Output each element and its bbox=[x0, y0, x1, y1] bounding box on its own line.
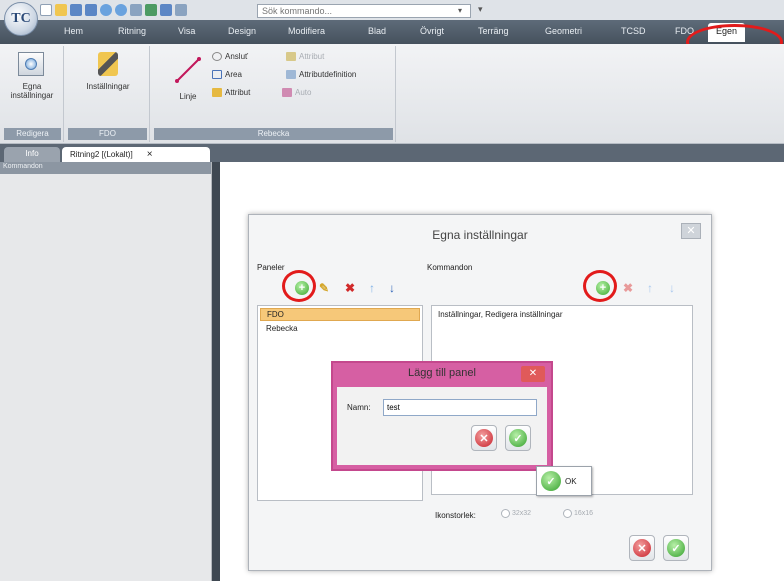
auto-button[interactable]: Auto bbox=[282, 88, 311, 97]
dialog-close-button[interactable]: ✕ bbox=[681, 223, 701, 239]
tooltip-text: OK bbox=[565, 476, 577, 486]
ribbon-group-label: FDO bbox=[68, 128, 147, 140]
menu-tab-bar: Hem Ritning Visa Design Modifiera Blad Ö… bbox=[0, 20, 784, 44]
tab-geometri[interactable]: Geometri bbox=[545, 26, 582, 36]
connect-icon bbox=[212, 52, 222, 61]
dialog-ok-button[interactable]: ✓ bbox=[663, 535, 689, 561]
icon-size-label: Ikonstorlek: bbox=[435, 511, 476, 520]
open-folder-icon[interactable] bbox=[55, 4, 67, 16]
radio-button[interactable] bbox=[563, 509, 572, 518]
ok-tooltip: ✓ OK bbox=[536, 466, 592, 496]
dialog-cancel-button[interactable]: ✕ bbox=[629, 535, 655, 561]
move-command-up-button[interactable]: ↑ bbox=[643, 281, 657, 295]
annotation-ring-add-command bbox=[583, 270, 617, 302]
linje-button[interactable]: Linje bbox=[168, 92, 208, 101]
ribbon-group-redigera: Egna inställningar Redigera bbox=[2, 46, 64, 142]
dialog-title: Egna inställningar bbox=[432, 228, 528, 242]
ok-icon: ✓ bbox=[541, 471, 561, 491]
tab-terrang[interactable]: Terräng bbox=[478, 26, 509, 36]
popup-body: Namn: ✕ ✓ bbox=[337, 387, 547, 465]
qat-customize-icon[interactable]: ▾ bbox=[478, 4, 483, 15]
print-icon[interactable] bbox=[130, 4, 142, 16]
panel-name-input[interactable] bbox=[383, 399, 537, 416]
name-label: Namn: bbox=[347, 403, 371, 412]
attribut-disabled-button[interactable]: Attribut bbox=[286, 52, 324, 61]
search-dropdown-icon[interactable]: ▾ bbox=[458, 6, 462, 15]
save-icon[interactable] bbox=[70, 4, 82, 16]
move-panel-up-button[interactable]: ↑ bbox=[365, 281, 379, 295]
delete-panel-button[interactable]: ✖ bbox=[343, 281, 357, 295]
icon-size-16-option[interactable]: 16x16 bbox=[563, 509, 593, 518]
close-tab-icon[interactable]: × bbox=[147, 149, 153, 160]
tab-hem[interactable]: Hem bbox=[64, 26, 83, 36]
popup-title: Lägg till panel bbox=[408, 367, 476, 379]
annotation-ring-add-panel bbox=[282, 270, 316, 302]
tab-visa[interactable]: Visa bbox=[178, 26, 195, 36]
cancel-icon: ✕ bbox=[633, 539, 651, 557]
fdo-tools-icon bbox=[98, 52, 118, 76]
command-search-input[interactable] bbox=[257, 4, 471, 18]
commands-panel: Kommandon bbox=[0, 162, 212, 581]
list-item[interactable]: Inställningar, Redigera inställningar bbox=[432, 306, 692, 320]
attribut-button[interactable]: Attribut bbox=[212, 88, 250, 97]
move-command-down-button[interactable]: ↓ bbox=[665, 281, 679, 295]
delete-command-button[interactable]: ✖ bbox=[621, 281, 635, 295]
zoom-icon[interactable] bbox=[160, 4, 172, 16]
settings-icon[interactable] bbox=[175, 4, 187, 16]
ribbon-group-rebecka: Linje Ansluť Attribut Area Attributdefin… bbox=[152, 46, 396, 142]
move-panel-down-button[interactable]: ↓ bbox=[385, 281, 399, 295]
radio-button[interactable] bbox=[501, 509, 510, 518]
tab-blad[interactable]: Blad bbox=[368, 26, 386, 36]
fdo-installningar-button[interactable]: Inställningar bbox=[70, 82, 146, 91]
quick-access-toolbar: ▾ ▾ bbox=[0, 0, 784, 20]
tab-ovrigt[interactable]: Övrigt bbox=[420, 26, 444, 36]
custom-settings-icon bbox=[18, 52, 44, 76]
ribbon-group-label: Rebecka bbox=[154, 128, 393, 140]
document-tab-bar: Info Ritning2 [(Lokalt)] × bbox=[0, 144, 784, 162]
attribute-icon bbox=[212, 88, 222, 97]
attributdefinition-button[interactable]: Attributdefinition bbox=[286, 70, 356, 79]
ok-icon: ✓ bbox=[667, 539, 685, 557]
area-button[interactable]: Area bbox=[212, 70, 242, 79]
cancel-icon: ✕ bbox=[475, 429, 493, 447]
save-all-icon[interactable] bbox=[85, 4, 97, 16]
tab-tcsd[interactable]: TCSD bbox=[621, 26, 646, 36]
panels-label: Paneler bbox=[257, 263, 285, 272]
attribute-icon bbox=[286, 52, 296, 61]
panel-splitter[interactable] bbox=[212, 162, 220, 581]
doc-tab-ritning2[interactable]: Ritning2 [(Lokalt)] × bbox=[62, 147, 210, 162]
layers-icon[interactable] bbox=[145, 4, 157, 16]
egna-installningar-button[interactable]: Egna inställningar bbox=[4, 82, 60, 100]
list-item[interactable]: Rebecka bbox=[260, 323, 420, 334]
add-panel-popup: Lägg till panel ✕ Namn: ✕ ✓ bbox=[331, 361, 553, 471]
edit-panel-button[interactable]: ✎ bbox=[317, 281, 331, 295]
list-item[interactable]: FDO bbox=[260, 308, 420, 321]
attribute-definition-icon bbox=[286, 70, 296, 79]
icon-size-32-option[interactable]: 32x32 bbox=[501, 509, 531, 518]
tab-ritning[interactable]: Ritning bbox=[118, 26, 146, 36]
tab-design[interactable]: Design bbox=[228, 26, 256, 36]
anslut-button[interactable]: Ansluť bbox=[212, 52, 248, 61]
popup-ok-button[interactable]: ✓ bbox=[505, 425, 531, 451]
redo-icon[interactable] bbox=[115, 4, 127, 16]
tab-modifiera[interactable]: Modifiera bbox=[288, 26, 325, 36]
app-logo[interactable]: TC bbox=[4, 2, 38, 36]
line-tool-icon bbox=[175, 57, 201, 83]
ribbon-group-fdo: Inställningar FDO bbox=[66, 46, 150, 142]
ok-icon: ✓ bbox=[509, 429, 527, 447]
auto-icon bbox=[282, 88, 292, 97]
commands-panel-header: Kommandon bbox=[0, 162, 211, 174]
popup-cancel-button[interactable]: ✕ bbox=[471, 425, 497, 451]
area-icon bbox=[212, 70, 222, 79]
commands-label: Kommandon bbox=[427, 263, 473, 272]
popup-close-button[interactable]: ✕ bbox=[521, 366, 545, 382]
new-icon[interactable] bbox=[40, 4, 52, 16]
ribbon-group-label: Redigera bbox=[4, 128, 61, 140]
ribbon: Egna inställningar Redigera Inställninga… bbox=[0, 44, 784, 144]
doc-tab-info[interactable]: Info bbox=[4, 147, 60, 162]
undo-icon[interactable] bbox=[100, 4, 112, 16]
